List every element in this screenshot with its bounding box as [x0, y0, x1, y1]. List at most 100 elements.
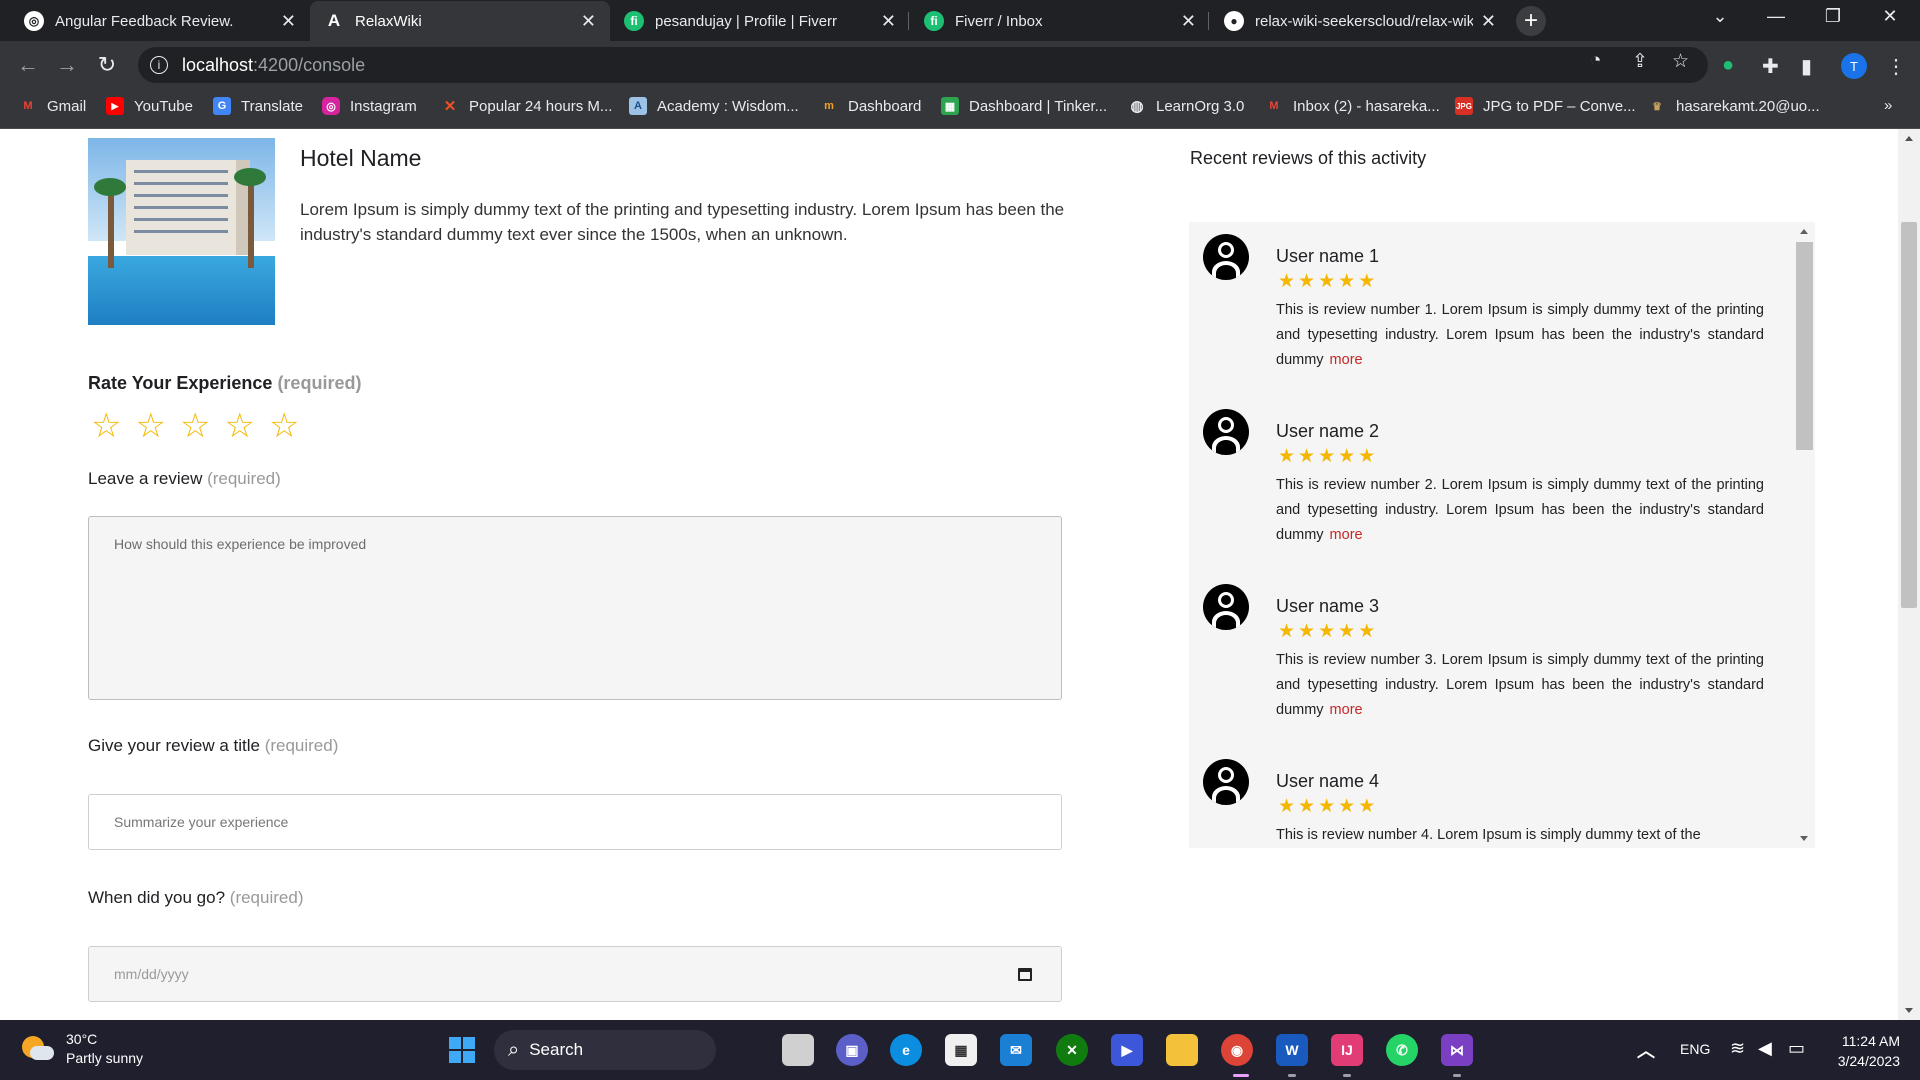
star-outline-icon[interactable]: ☆ — [269, 409, 299, 443]
site-info-icon[interactable]: i — [150, 56, 168, 74]
file-explorer-icon[interactable] — [1166, 1034, 1198, 1066]
extension-grammarly-icon[interactable]: ● — [1722, 54, 1734, 77]
bookmark-academy[interactable]: A Academy : Wisdom... — [629, 97, 799, 115]
bookmark-dashboard[interactable]: m Dashboard — [820, 97, 921, 115]
battery-icon[interactable]: ▭ — [1788, 1038, 1805, 1059]
reviews-list[interactable]: User name 1 ★ ★ ★ ★ ★ This is review number … — [1189, 222, 1815, 848]
close-icon[interactable]: ✕ — [881, 11, 896, 32]
scroll-up-arrow-icon[interactable] — [1905, 136, 1913, 141]
bookmark-instagram[interactable]: ◎ Instagram — [322, 97, 417, 115]
chrome-icon[interactable]: ◉ — [1221, 1034, 1253, 1066]
xbox-icon[interactable]: ✕ — [1056, 1034, 1088, 1066]
windows-start-icon[interactable] — [446, 1034, 478, 1066]
tab-bar: ◎ Angular Feedback Review. ✕ A RelaxWiki… — [0, 0, 1920, 41]
tab-github[interactable]: ● relax-wiki-seekerscloud/relax-wik ✕ — [1210, 1, 1510, 41]
star-filled-icon: ★ — [1298, 621, 1316, 642]
review-textarea[interactable] — [88, 516, 1062, 700]
side-panel-icon[interactable]: ▮ — [1801, 54, 1812, 79]
scroll-down-arrow-icon[interactable] — [1800, 836, 1808, 841]
review-rating: ★ ★ ★ ★ ★ — [1278, 797, 1375, 817]
tab-fiverr-profile[interactable]: fi pesandujay | Profile | Fiverr ✕ — [610, 1, 910, 41]
bookmark-label: Popular 24 hours M... — [469, 97, 613, 115]
url-path: :4200/console — [253, 54, 366, 75]
browser-toolbar: ← → ↻ i localhost:4200/console ◔ ⇪ ☆ ● ✚… — [0, 41, 1920, 88]
reload-icon[interactable]: ↻ — [93, 52, 121, 78]
wifi-icon[interactable]: ≋ — [1730, 1038, 1745, 1059]
bookmark-gmail[interactable]: M Gmail — [19, 97, 86, 115]
address-bar[interactable]: i localhost:4200/console — [138, 47, 1708, 83]
more-link[interactable]: more — [1330, 352, 1363, 368]
calendar-icon[interactable] — [1018, 967, 1032, 981]
star-outline-icon[interactable]: ☆ — [180, 409, 210, 443]
star-filled-icon: ★ — [1278, 271, 1296, 292]
scroll-up-arrow-icon[interactable] — [1800, 229, 1808, 234]
scroll-down-arrow-icon[interactable] — [1905, 1008, 1913, 1013]
bookmark-inbox[interactable]: M Inbox (2) - hasareka... — [1265, 97, 1439, 115]
visit-date-input[interactable]: mm/dd/yyyy — [88, 946, 1062, 1002]
star-filled-icon: ★ — [1318, 271, 1336, 292]
restore-icon[interactable]: ❐ — [1813, 6, 1853, 27]
more-link[interactable]: more — [1330, 702, 1363, 718]
bookmark-email[interactable]: ♛ hasarekamt.20@uo... — [1648, 97, 1820, 115]
scrollbar-thumb[interactable] — [1796, 242, 1813, 450]
close-icon[interactable]: ✕ — [581, 11, 596, 32]
globe-icon: ◍ — [1130, 98, 1144, 115]
bookmark-popular[interactable]: ✕ Popular 24 hours M... — [441, 97, 613, 116]
star-outline-icon[interactable]: ☆ — [91, 409, 121, 443]
bookmark-tinkercad[interactable]: ▦ Dashboard | Tinker... — [941, 97, 1107, 115]
close-icon[interactable]: ✕ — [1481, 11, 1496, 32]
teams-chat-icon[interactable]: ▣ — [836, 1034, 868, 1066]
review-user-name: User name 2 — [1276, 421, 1380, 441]
bookmark-youtube[interactable]: ▶ YouTube — [106, 97, 193, 115]
minimize-icon[interactable]: — — [1756, 6, 1796, 27]
language-indicator[interactable]: ENG — [1680, 1041, 1710, 1057]
back-arrow-icon[interactable]: ← — [14, 52, 42, 78]
whatsapp-icon[interactable]: ✆ — [1386, 1034, 1418, 1066]
tray-chevron-up-icon[interactable]: ︿ — [1630, 1034, 1662, 1066]
intellij-icon[interactable]: IJ — [1331, 1034, 1363, 1066]
scrollbar-thumb[interactable] — [1901, 222, 1917, 608]
visual-studio-icon[interactable]: ⋈ — [1441, 1034, 1473, 1066]
review-title-input[interactable] — [88, 794, 1062, 850]
profile-avatar[interactable]: T — [1841, 53, 1867, 79]
edge-icon[interactable]: e — [890, 1034, 922, 1066]
bookmark-star-icon[interactable]: ☆ — [1672, 50, 1689, 73]
jpg-pdf-icon: JPG — [1455, 97, 1473, 115]
close-icon[interactable]: ✕ — [281, 11, 296, 32]
weather-temperature: 30°C — [66, 1031, 98, 1047]
weather-widget[interactable]: 30°C Partly sunny — [20, 1030, 143, 1068]
review-text: This is review number 1. Lorem Ipsum is … — [1276, 298, 1764, 373]
mail-icon[interactable]: ✉ — [1000, 1034, 1032, 1066]
bookmark-translate[interactable]: G Translate — [213, 97, 303, 115]
power-automate-icon[interactable]: ▶ — [1111, 1034, 1143, 1066]
word-icon[interactable]: W — [1276, 1034, 1308, 1066]
tab-fiverr-inbox[interactable]: fi Fiverr / Inbox ✕ — [910, 1, 1210, 41]
taskbar-clock[interactable]: 11:24 AM 3/24/2023 — [1828, 1031, 1900, 1071]
app-indicator — [1288, 1074, 1296, 1077]
volume-icon[interactable]: ◀ — [1758, 1038, 1772, 1059]
microsoft-store-icon[interactable]: ▦ — [945, 1034, 977, 1066]
bookmarks-overflow-icon[interactable]: » — [1884, 97, 1892, 114]
more-link[interactable]: more — [1330, 527, 1363, 543]
close-icon[interactable]: ✕ — [1181, 11, 1196, 32]
tab-search-chevron-icon[interactable]: ⌄ — [1700, 6, 1740, 27]
task-view-icon[interactable] — [782, 1034, 814, 1066]
review-user-name: User name 3 — [1276, 596, 1380, 616]
forward-arrow-icon[interactable]: → — [53, 52, 81, 78]
menu-kebab-icon[interactable]: ⋮ — [1886, 54, 1906, 79]
extensions-puzzle-icon[interactable]: ✚ — [1762, 54, 1779, 79]
tab-angular-feedback[interactable]: ◎ Angular Feedback Review. ✕ — [10, 1, 310, 41]
date-label: When did you go? (required) — [88, 888, 303, 908]
star-outline-icon[interactable]: ☆ — [135, 409, 165, 443]
bookmark-jpg-to-pdf[interactable]: JPG JPG to PDF – Conve... — [1455, 97, 1636, 115]
share-icon[interactable]: ⇪ — [1632, 50, 1648, 73]
reviews-scrollbar[interactable] — [1794, 222, 1815, 848]
star-outline-icon[interactable]: ☆ — [224, 409, 254, 443]
close-window-icon[interactable]: ✕ — [1870, 6, 1910, 27]
tab-relaxwiki[interactable]: A RelaxWiki ✕ — [310, 1, 610, 41]
new-tab-button[interactable]: + — [1516, 6, 1546, 36]
bookmark-learnorg[interactable]: ◍ LearnOrg 3.0 — [1128, 97, 1244, 116]
page-scrollbar[interactable] — [1898, 129, 1920, 1020]
taskbar-search[interactable]: ⌕ Search — [494, 1030, 716, 1070]
performance-icon[interactable]: ◔ — [1590, 50, 1601, 72]
